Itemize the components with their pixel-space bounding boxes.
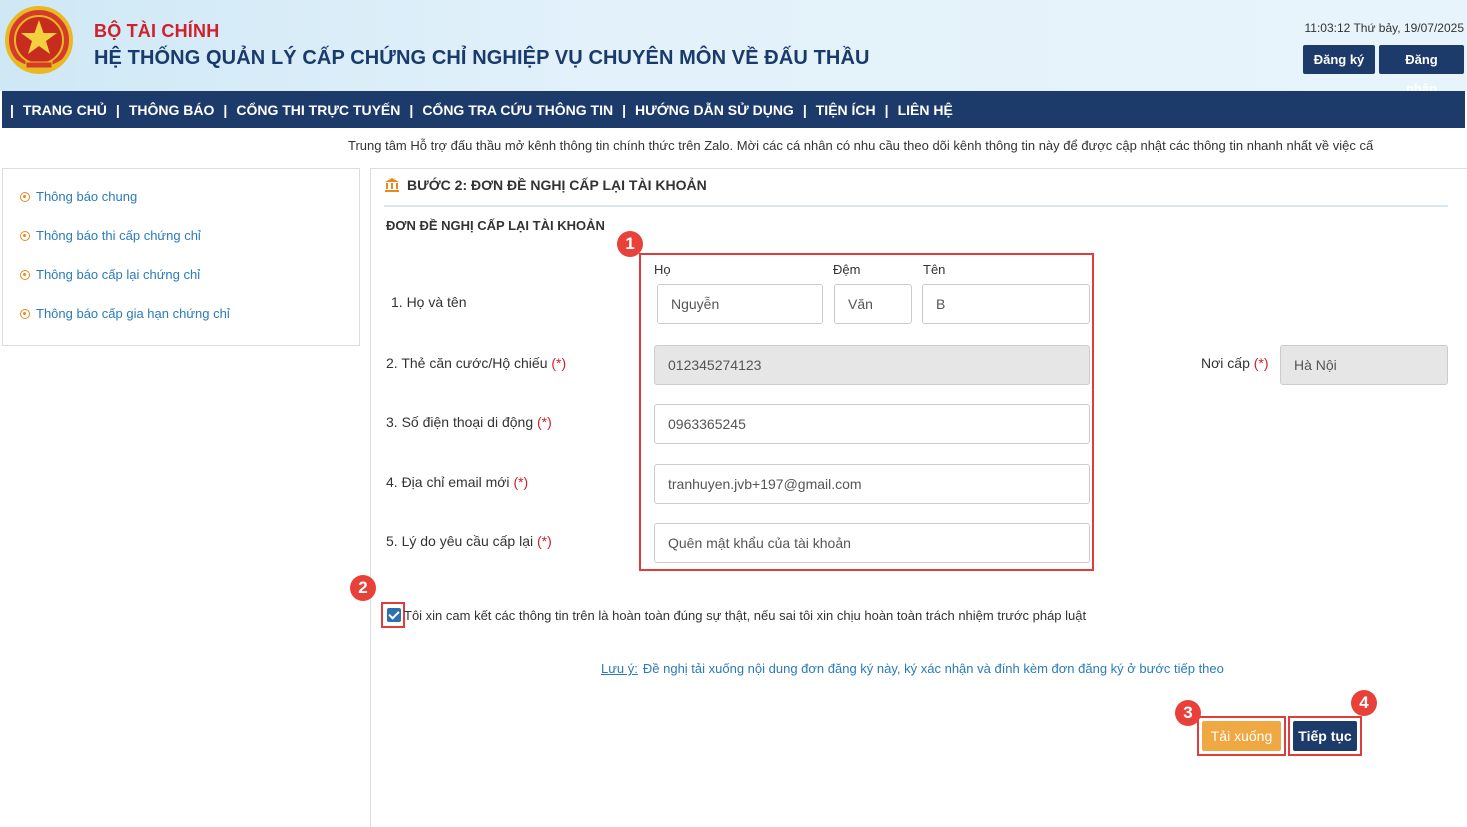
- header-clock: 11:03:12 Thứ bảy, 19/07/2025: [1304, 21, 1465, 35]
- form-title: ĐƠN ĐỀ NGHỊ CẤP LẠI TÀI KHOẢN: [386, 218, 605, 233]
- nav-item-online-exam[interactable]: CỔNG THI TRỰC TUYẾN: [227, 102, 409, 118]
- announcement-marquee[interactable]: Trung tâm Hỗ trợ đấu thầu mở kênh thông …: [348, 138, 1467, 153]
- reason-label: 5. Lý do yêu cầu cấp lại (*): [386, 533, 552, 549]
- sidebar-item-renewal-notice[interactable]: Thông báo cấp gia hạn chứng chỉ: [20, 306, 230, 321]
- annotation-badge-3: 3: [1175, 700, 1201, 726]
- sidebar-item-label: Thông báo chung: [36, 189, 138, 204]
- name-label: 1. Họ và tên: [391, 294, 467, 310]
- system-title: HỆ THỐNG QUẢN LÝ CẤP CHỨNG CHỈ NGHIỆP VỤ…: [94, 47, 870, 69]
- sidebar-item-reissue-notice[interactable]: Thông báo cấp lại chứng chỉ: [20, 267, 200, 282]
- nav-item-utilities[interactable]: TIỆN ÍCH: [807, 102, 885, 118]
- sidebar-item-label: Thông báo cấp gia hạn chứng chỉ: [36, 306, 230, 321]
- ministry-name: BỘ TÀI CHÍNH: [94, 21, 220, 41]
- annotation-box-3: [1197, 716, 1286, 756]
- sidebar-item-general-notice[interactable]: Thông báo chung: [20, 189, 137, 204]
- note-text: Đề nghị tải xuống nội dung đơn đăng ký n…: [642, 661, 1224, 676]
- nav-item-announcements[interactable]: THÔNG BÁO: [120, 102, 224, 118]
- bank-icon: [385, 178, 399, 192]
- bullet-icon: [20, 269, 30, 280]
- annotation-box-4: [1288, 716, 1362, 756]
- commitment-text: Tôi xin cam kết các thông tin trên là ho…: [404, 608, 1087, 623]
- register-button[interactable]: Đăng ký: [1303, 45, 1375, 74]
- note: Lưu ý: Đề nghị tải xuống nội dung đơn đăn…: [601, 661, 1224, 676]
- issue-place-input[interactable]: Hà Nội: [1280, 345, 1448, 385]
- note-label[interactable]: Lưu ý:: [601, 661, 638, 676]
- nav-item-lookup[interactable]: CỔNG TRA CỨU THÔNG TIN: [413, 102, 622, 118]
- annotation-box-2: [381, 602, 405, 628]
- sidebar-item-exam-notice[interactable]: Thông báo thi cấp chứng chỉ: [20, 228, 201, 243]
- email-label: 4. Địa chỉ email mới (*): [386, 474, 529, 490]
- national-emblem-icon: [5, 6, 73, 74]
- bullet-icon: [20, 230, 30, 241]
- sidebar-item-label: Thông báo cấp lại chứng chỉ: [36, 267, 201, 282]
- bullet-icon: [20, 308, 30, 319]
- step-title: BƯỚC 2: ĐƠN ĐỀ NGHỊ CẤP LẠI TÀI KHOẢN: [385, 177, 707, 193]
- nav-item-home[interactable]: TRANG CHỦ: [14, 102, 116, 118]
- login-button[interactable]: Đăng nhập: [1379, 45, 1464, 96]
- annotation-badge-1: 1: [617, 231, 643, 257]
- id-card-label: 2. Thẻ căn cước/Hộ chiếu (*): [386, 355, 567, 371]
- divider: [384, 205, 1448, 207]
- site-header: BỘ TÀI CHÍNH HỆ THỐNG QUẢN LÝ CẤP CHỨNG …: [0, 0, 1467, 96]
- sidebar-item-label: Thông báo thi cấp chứng chỉ: [36, 228, 201, 243]
- nav-item-guide[interactable]: HƯỚNG DẪN SỬ DỤNG: [626, 102, 803, 118]
- main-nav: | TRANG CHỦ | THÔNG BÁO | CỔNG THI TRỰC …: [2, 91, 1465, 128]
- annotation-box-1: [639, 253, 1094, 571]
- bullet-icon: [20, 191, 30, 202]
- phone-label: 3. Số điện thoại di động (*): [386, 414, 552, 430]
- issue-place-label: Nơi cấp (*): [1201, 355, 1269, 371]
- nav-item-contact[interactable]: LIÊN HỆ: [889, 102, 962, 118]
- annotation-badge-4: 4: [1351, 690, 1377, 716]
- step-title-text: BƯỚC 2: ĐƠN ĐỀ NGHỊ CẤP LẠI TÀI KHOẢN: [407, 177, 707, 193]
- annotation-badge-2: 2: [350, 575, 376, 601]
